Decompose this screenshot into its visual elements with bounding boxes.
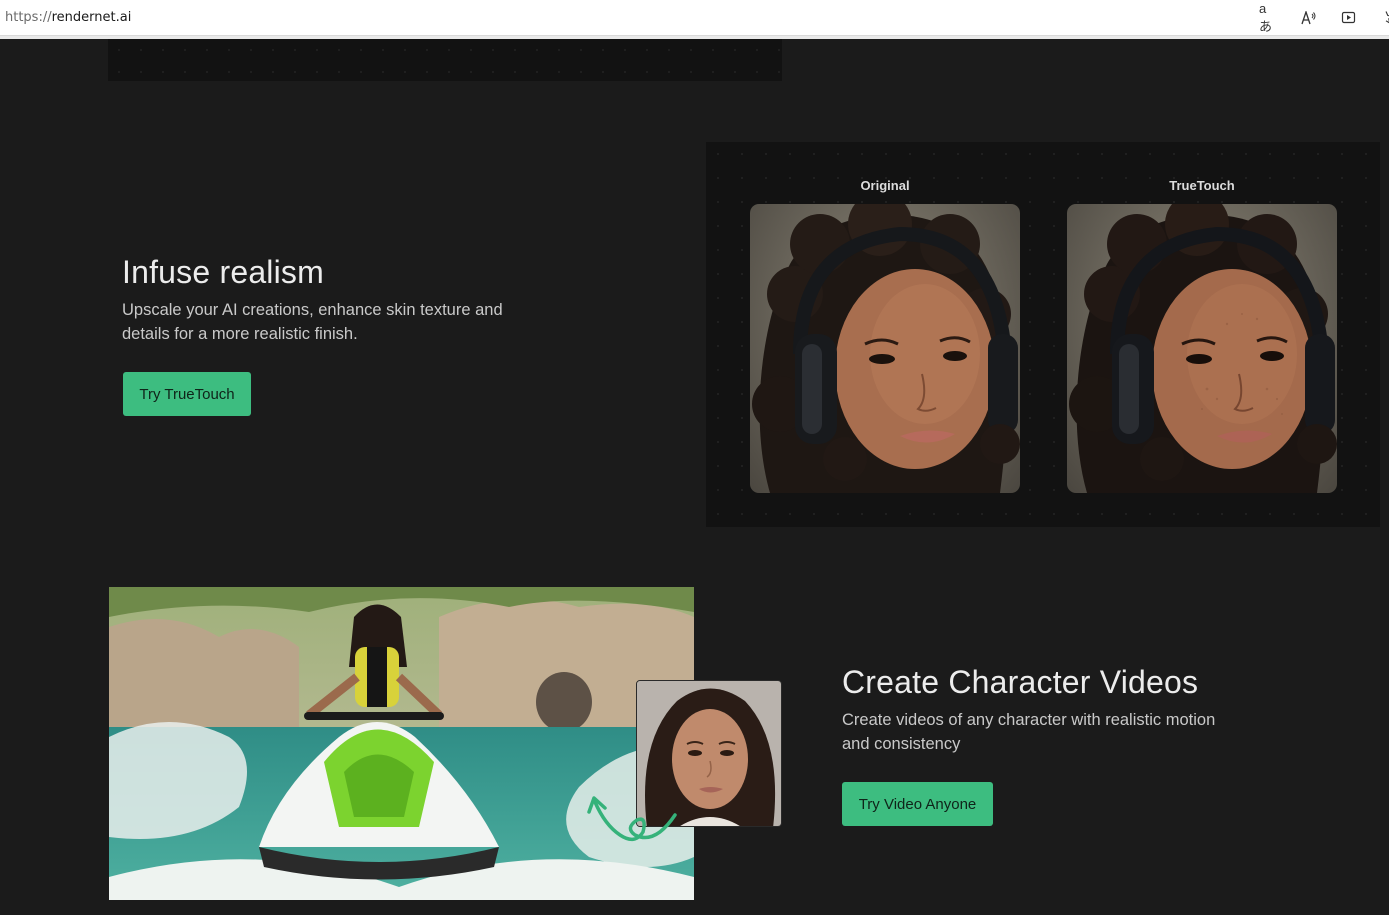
media-icon[interactable] [1339, 8, 1359, 28]
media-glyph [1341, 11, 1356, 24]
favorite-glyph [1385, 11, 1389, 24]
portrait-illustration [752, 204, 1020, 493]
realism-description-line-2: details for a more realistic finish. [122, 325, 358, 343]
realism-description: Upscale your AI creations, enhance skin … [122, 298, 503, 346]
video-description: Create videos of any character with real… [842, 708, 1215, 756]
portrait-illustration-enhanced [1069, 204, 1337, 493]
try-truetouch-button[interactable]: Try TrueTouch [123, 372, 251, 416]
truetouch-label: TrueTouch [1169, 178, 1235, 193]
try-video-anyone-button[interactable]: Try Video Anyone [842, 782, 993, 826]
translate-icon[interactable]: aあ [1259, 1, 1279, 34]
jetski-video-image [109, 587, 694, 900]
url-scheme: https:// [5, 10, 52, 25]
truetouch-portrait-image [1067, 204, 1337, 493]
original-label: Original [860, 178, 910, 193]
realism-description-line-1: Upscale your AI creations, enhance skin … [122, 301, 503, 319]
original-portrait-image [750, 204, 1020, 493]
video-description-line-1: Create videos of any character with real… [842, 711, 1216, 729]
transform-arrow-icon [587, 796, 677, 842]
video-description-line-2: and consistency [842, 735, 961, 753]
realism-title: Infuse realism [122, 254, 324, 290]
read-aloud-icon[interactable] [1299, 8, 1319, 28]
translate-glyph: aあ [1259, 1, 1273, 34]
jetski-illustration [109, 587, 694, 900]
truetouch-comparison-panel: Original TrueTouch [706, 142, 1380, 527]
favorite-icon[interactable] [1376, 8, 1389, 28]
browser-address-bar[interactable]: https://rendernet.ai aあ [0, 0, 1389, 36]
url-text[interactable]: https://rendernet.ai [5, 10, 131, 25]
url-host: rendernet.ai [51, 10, 132, 25]
previous-section-panel [108, 39, 782, 81]
video-title: Create Character Videos [842, 664, 1199, 700]
read-aloud-glyph [1301, 11, 1316, 25]
